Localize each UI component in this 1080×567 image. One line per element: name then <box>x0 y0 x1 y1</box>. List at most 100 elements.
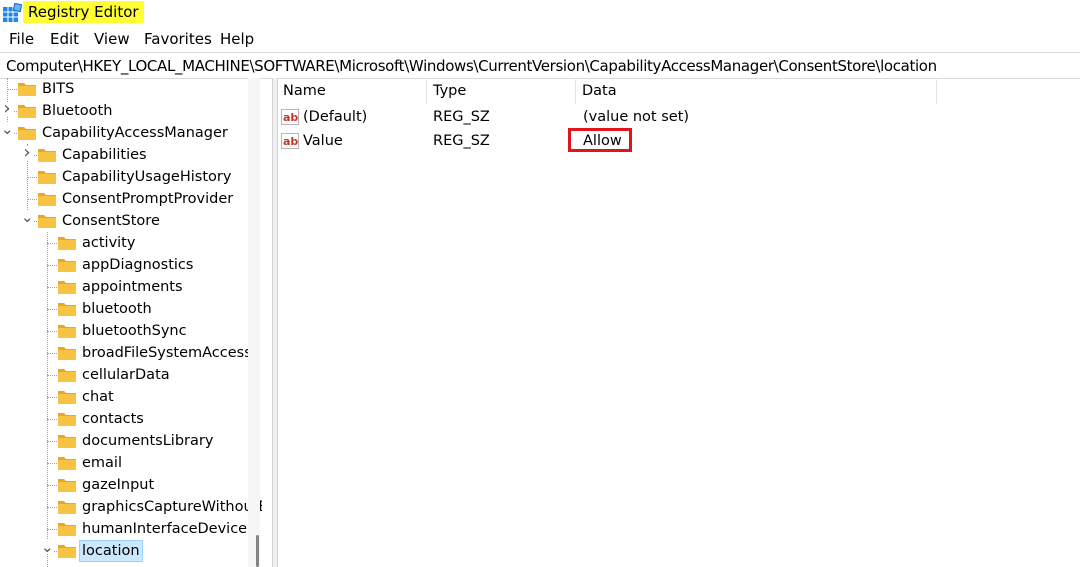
folder-icon <box>37 213 57 229</box>
tree-item-broadfilesystemaccess[interactable]: broadFileSystemAccess <box>0 342 262 364</box>
value-name: (Default) <box>303 109 368 125</box>
tree-item-label: Bluetooth <box>42 103 113 119</box>
chevron-down-icon[interactable]: ⌄ <box>41 540 54 555</box>
tree-item-appdiagnostics[interactable]: appDiagnostics <box>0 254 262 276</box>
tree-item-label: location <box>79 540 143 562</box>
folder-icon <box>57 279 77 295</box>
tree-item-gazeinput[interactable]: gazeInput <box>0 474 262 496</box>
title-bar: Registry Editor <box>0 0 1080 26</box>
window-title: Registry Editor <box>23 1 144 23</box>
folder-icon <box>57 301 77 317</box>
folder-icon <box>17 125 37 141</box>
value-row-default[interactable]: ab (Default) REG_SZ (value not set) <box>277 105 977 129</box>
folder-icon <box>57 389 77 405</box>
tree-item-capabilityaccessmanager[interactable]: ⌄ CapabilityAccessManager <box>0 122 262 144</box>
address-path[interactable]: Computer\HKEY_LOCAL_MACHINE\SOFTWARE\Mic… <box>6 55 937 77</box>
tree-connector <box>47 441 57 443</box>
tree-item-appointments[interactable]: appointments <box>0 276 262 298</box>
tree-connector <box>27 199 37 201</box>
menu-edit[interactable]: Edit <box>50 27 79 51</box>
chevron-right-icon[interactable]: › <box>1 100 13 118</box>
tree-item-bluetoothsync[interactable]: bluetoothSync <box>0 320 262 342</box>
folder-icon <box>37 147 57 163</box>
menu-favorites[interactable]: Favorites <box>144 27 212 51</box>
folder-icon <box>57 477 77 493</box>
folder-icon <box>57 433 77 449</box>
tree-item-consentpromptprovider[interactable]: ConsentPromptProvider <box>0 188 262 210</box>
tree-item-label: contacts <box>82 411 144 427</box>
column-header-name[interactable]: Name <box>277 78 427 104</box>
tree-item-capabilities[interactable]: › Capabilities <box>0 144 262 166</box>
tree-connector <box>47 375 57 377</box>
string-value-icon: ab <box>281 109 299 125</box>
tree-connector <box>47 485 57 487</box>
column-header-data[interactable]: Data <box>576 78 937 104</box>
tree-item-label: ConsentStore <box>62 213 160 229</box>
tree-item-label: appDiagnostics <box>82 257 194 273</box>
menu-view[interactable]: View <box>94 27 130 51</box>
folder-icon <box>57 455 77 471</box>
value-data: (value not set) <box>583 109 690 125</box>
tree-item-graphicscapturewithoutb[interactable]: graphicsCaptureWithoutB <box>0 496 262 518</box>
tree-item-contacts[interactable]: contacts <box>0 408 262 430</box>
menu-bar: File Edit View Favorites Help <box>0 27 1080 51</box>
tree-item-capabilityusagehistory[interactable]: CapabilityUsageHistory <box>0 166 262 188</box>
tree-connector <box>47 243 57 245</box>
tree-connector <box>47 265 57 267</box>
tree-item-label: CapabilityUsageHistory <box>62 169 232 185</box>
registry-editor-icon <box>2 2 23 23</box>
folder-icon <box>57 235 77 251</box>
tree-item-label: gazeInput <box>82 477 155 493</box>
menu-help[interactable]: Help <box>220 27 254 51</box>
tree-connector <box>47 331 57 333</box>
tree-item-chat[interactable]: chat <box>0 386 262 408</box>
tree-item-activity[interactable]: activity <box>0 232 262 254</box>
tree-item-bluetooth[interactable]: › Bluetooth <box>0 100 262 122</box>
folder-icon <box>57 521 77 537</box>
tree-connector <box>47 353 57 355</box>
tree-connector <box>47 287 57 289</box>
folder-icon <box>37 169 57 185</box>
folder-icon <box>57 543 77 559</box>
tree-item-label: chat <box>82 389 114 405</box>
highlight-annotation-box <box>568 128 632 152</box>
chevron-down-icon[interactable]: ⌄ <box>21 210 34 225</box>
tree-item-documentslibrary[interactable]: documentsLibrary <box>0 430 262 452</box>
folder-icon <box>57 367 77 383</box>
tree-connector <box>47 397 57 399</box>
tree-item-bits[interactable]: BITS <box>0 78 262 100</box>
tree-item-email[interactable]: email <box>0 452 262 474</box>
address-bar[interactable]: Computer\HKEY_LOCAL_MACHINE\SOFTWARE\Mic… <box>0 52 1080 79</box>
tree-connector <box>7 89 17 91</box>
tree-item-label: Capabilities <box>62 147 147 163</box>
tree-item-cellulardata[interactable]: cellularData <box>0 364 262 386</box>
folder-icon <box>57 345 77 361</box>
column-header-type[interactable]: Type <box>427 78 576 104</box>
tree-connector <box>47 309 57 311</box>
values-list[interactable]: Name Type Data ab (Default) REG_SZ (valu… <box>277 78 1080 567</box>
folder-icon <box>57 323 77 339</box>
tree-scroll-thumb[interactable] <box>256 535 259 567</box>
value-type: REG_SZ <box>433 133 490 149</box>
tree-item-bluetooth[interactable]: bluetooth <box>0 298 262 320</box>
tree-item-label: BITS <box>42 81 75 97</box>
tree-connector <box>47 419 57 421</box>
tree-item-consentstore[interactable]: ⌄ ConsentStore <box>0 210 262 232</box>
tree-connector <box>47 507 57 509</box>
tree-item-label: email <box>82 455 122 471</box>
tree-scrollbar[interactable] <box>248 78 260 567</box>
tree-connector <box>47 463 57 465</box>
tree-item-humaninterfacedevice[interactable]: humanInterfaceDevice <box>0 518 262 540</box>
tree-item-label: graphicsCaptureWithoutB <box>82 499 262 515</box>
tree-item-location[interactable]: ⌄ location <box>0 540 262 562</box>
folder-icon <box>17 81 37 97</box>
tree-item-label: documentsLibrary <box>82 433 214 449</box>
string-value-icon: ab <box>281 133 299 149</box>
chevron-right-icon[interactable]: › <box>21 144 33 162</box>
chevron-down-icon[interactable]: ⌄ <box>1 122 14 137</box>
tree-item-label: cellularData <box>82 367 170 383</box>
folder-icon <box>57 411 77 427</box>
tree-item-label: bluetoothSync <box>82 323 187 339</box>
menu-file[interactable]: File <box>9 27 34 51</box>
key-tree[interactable]: BITS › Bluetooth ⌄ CapabilityAccessManager › C… <box>0 78 262 567</box>
